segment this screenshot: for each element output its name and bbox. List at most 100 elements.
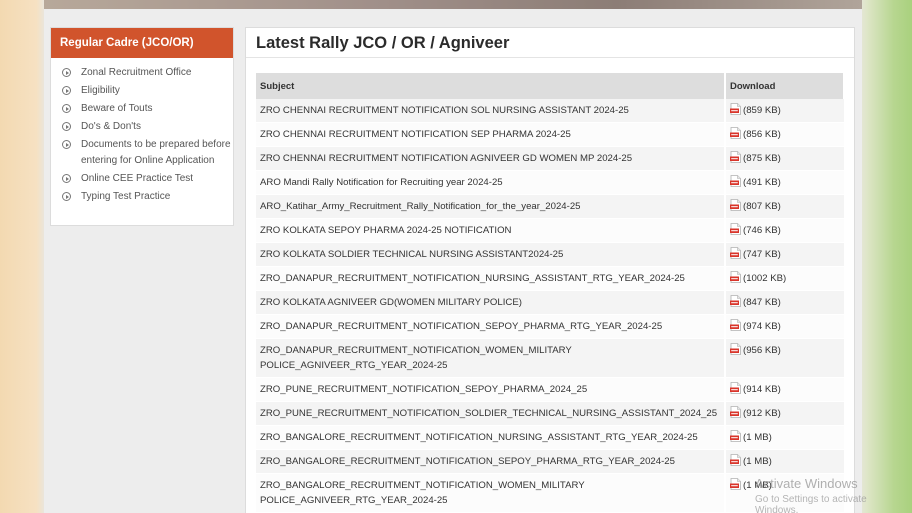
circle-arrow-icon [62,104,71,113]
download-cell: (974 KB) [725,314,844,339]
circle-arrow-icon [62,191,71,201]
activate-windows-hint: Go to Settings to activate Windows. [755,494,867,513]
table-row: ZRO KOLKATA AGNIVEER GD(WOMEN MILITARY P… [256,290,844,315]
sidebar-item[interactable]: Online CEE Practice Test [61,171,233,187]
download-cell: (807 KB) [725,194,844,219]
download-cell: (746 KB) [725,218,844,243]
notification-subject: ZRO_BANGALORE_RECRUITMENT_NOTIFICATION_W… [256,473,726,513]
table-row: ZRO KOLKATA SEPOY PHARMA 2024-25 NOTIFIC… [256,218,844,243]
sidebar-title: Regular Cadre (JCO/OR) [51,28,233,58]
notification-subject: ZRO_PUNE_RECRUITMENT_NOTIFICATION_SEPOY_… [256,377,726,402]
header-banner-strip [44,0,862,9]
sidebar-item-label[interactable]: Eligibility [81,83,120,99]
sidebar-item-label[interactable]: Beware of Touts [81,101,153,117]
notification-subject: ZRO_DANAPUR_RECRUITMENT_NOTIFICATION_WOM… [256,338,726,378]
pdf-file-icon[interactable] [730,103,741,115]
download-link[interactable]: (974 KB) [743,321,781,332]
download-link[interactable]: (914 KB) [743,384,781,395]
sidebar-item[interactable]: Zonal Recruitment Office [61,65,233,81]
circle-arrow-icon [62,86,71,95]
subject-column-header: Subject [256,73,726,99]
notification-subject: ARO_Katihar_Army_Recruitment_Rally_Notif… [256,194,726,219]
table-row: ARO Mandi Rally Notification for Recruit… [256,170,844,195]
download-cell: (491 KB) [725,170,844,195]
table-row: ZRO_DANAPUR_RECRUITMENT_NOTIFICATION_NUR… [256,266,844,291]
download-cell: (1 MB) [725,425,844,450]
download-cell: (912 KB) [725,401,844,426]
download-link[interactable]: (1 MB) [743,432,772,443]
notification-subject: ZRO_BANGALORE_RECRUITMENT_NOTIFICATION_N… [256,425,726,450]
notification-subject: ZRO CHENNAI RECRUITMENT NOTIFICATION SOL… [256,99,726,123]
circle-arrow-icon [62,140,71,149]
download-link[interactable]: (859 KB) [743,105,781,116]
sidebar-item[interactable]: Eligibility [61,83,233,99]
download-link[interactable]: (847 KB) [743,297,781,308]
notification-subject: ZRO CHENNAI RECRUITMENT NOTIFICATION SEP… [256,122,726,147]
download-link[interactable]: (875 KB) [743,153,781,164]
download-link[interactable]: (912 KB) [743,408,781,419]
notification-subject: ZRO_PUNE_RECRUITMENT_NOTIFICATION_SOLDIE… [256,401,726,426]
download-link[interactable]: (746 KB) [743,225,781,236]
sidebar-menu: Zonal Recruitment Office Eligibility Bewar… [51,58,233,204]
pdf-file-icon[interactable] [730,247,741,259]
notification-subject: ARO Mandi Rally Notification for Recruit… [256,170,726,195]
circle-arrow-icon [62,68,71,77]
table-row: ZRO KOLKATA SOLDIER TECHNICAL NURSING AS… [256,242,844,267]
sidebar-item[interactable]: Documents to be prepared before entering… [61,137,233,168]
pdf-file-icon[interactable] [730,406,741,418]
download-link[interactable]: (1002 KB) [743,273,786,284]
sidebar-item-label[interactable]: Zonal Recruitment Office [81,65,191,81]
pdf-file-icon[interactable] [730,271,741,283]
sidebar-item-label[interactable]: Documents to be prepared before entering… [81,137,233,168]
download-cell: (1002 KB) [725,266,844,291]
sidebar-item[interactable]: Do's & Don'ts [61,119,233,135]
table-header-row: Subject Download [256,73,845,99]
pdf-file-icon[interactable] [730,199,741,211]
sidebar-item[interactable]: Beware of Touts [61,101,233,117]
notification-subject: ZRO KOLKATA AGNIVEER GD(WOMEN MILITARY P… [256,290,726,315]
download-link[interactable]: (747 KB) [743,249,781,260]
pdf-file-icon[interactable] [730,454,741,466]
pdf-file-icon[interactable] [730,127,741,139]
pdf-file-icon[interactable] [730,382,741,394]
notification-subject: ZRO KOLKATA SOLDIER TECHNICAL NURSING AS… [256,242,726,267]
sidebar-item[interactable]: Typing Test Practice [61,189,233,205]
activate-windows-watermark: Activate Windows [755,476,858,491]
download-link[interactable]: (856 KB) [743,129,781,140]
pdf-file-icon[interactable] [730,151,741,163]
pdf-file-icon[interactable] [730,343,741,355]
table-row: ZRO_BANGALORE_RECRUITMENT_NOTIFICATION_S… [256,449,844,474]
notification-subject: ZRO KOLKATA SEPOY PHARMA 2024-25 NOTIFIC… [256,218,726,243]
download-cell: (859 KB) [725,99,844,123]
pdf-file-icon[interactable] [730,295,741,307]
pdf-file-icon[interactable] [730,430,741,442]
table-row: ZRO CHENNAI RECRUITMENT NOTIFICATION SOL… [256,99,844,123]
circle-arrow-icon [62,122,71,131]
notification-subject: ZRO CHENNAI RECRUITMENT NOTIFICATION AGN… [256,146,726,171]
download-cell: (956 KB) [725,338,844,378]
download-link[interactable]: (956 KB) [743,345,781,356]
table-row: ZRO_PUNE_RECRUITMENT_NOTIFICATION_SOLDIE… [256,401,844,426]
pdf-file-icon[interactable] [730,223,741,235]
table-row: ZRO_BANGALORE_RECRUITMENT_NOTIFICATION_N… [256,425,844,450]
notification-subject: ZRO_BANGALORE_RECRUITMENT_NOTIFICATION_S… [256,449,726,474]
download-cell: (1 MB) [725,449,844,474]
download-cell: (747 KB) [725,242,844,267]
sidebar-item-label[interactable]: Do's & Don'ts [81,119,141,135]
circle-arrow-icon [62,173,71,183]
download-link[interactable]: (1 MB) [743,456,772,467]
pdf-file-icon[interactable] [730,478,741,490]
notification-subject: ZRO_DANAPUR_RECRUITMENT_NOTIFICATION_NUR… [256,266,726,291]
sidebar-item-label[interactable]: Typing Test Practice [81,189,170,205]
download-link[interactable]: (807 KB) [743,201,781,212]
download-cell: (856 KB) [725,122,844,147]
table-row: ZRO CHENNAI RECRUITMENT NOTIFICATION SEP… [256,122,844,147]
table-row: ZRO_PUNE_RECRUITMENT_NOTIFICATION_SEPOY_… [256,377,844,402]
pdf-file-icon[interactable] [730,175,741,187]
download-link[interactable]: (491 KB) [743,177,781,188]
table-row: ARO_Katihar_Army_Recruitment_Rally_Notif… [256,194,844,219]
notifications-table: Subject Download ZRO CHENNAI RECRUITMENT… [256,73,845,513]
notification-subject: ZRO_DANAPUR_RECRUITMENT_NOTIFICATION_SEP… [256,314,726,339]
sidebar-item-label[interactable]: Online CEE Practice Test [81,171,193,187]
pdf-file-icon[interactable] [730,319,741,331]
